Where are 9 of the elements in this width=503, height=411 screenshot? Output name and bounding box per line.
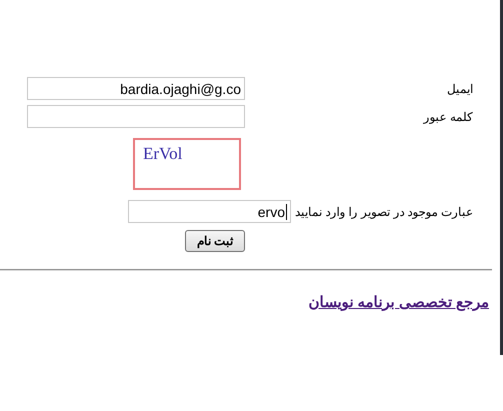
submit-button[interactable]: ثبت نام — [185, 230, 245, 252]
field-label: ایمیل — [446, 82, 473, 96]
footer-link[interactable]: مرجع تخصصی برنامه نویسان — [308, 294, 489, 311]
password-field[interactable] — [27, 105, 245, 128]
email-field[interactable]: bardia.ojaghi@g.co — [27, 77, 245, 100]
captcha-field[interactable]: ervo — [128, 200, 291, 223]
captcha-label: عبارت موجود در تصویر را وارد نمایید — [294, 204, 473, 218]
field-label: کلمه عبور — [422, 110, 473, 124]
captcha-text: ErVol — [143, 144, 182, 163]
